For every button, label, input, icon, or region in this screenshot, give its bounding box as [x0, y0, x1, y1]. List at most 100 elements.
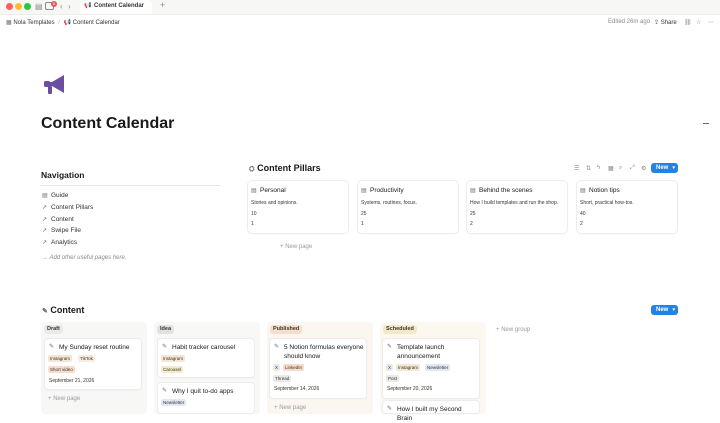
- column-label-published[interactable]: Published: [270, 325, 303, 334]
- megaphone-page-icon[interactable]: [42, 73, 68, 97]
- nav-item-analytics[interactable]: ↗ Analytics: [42, 239, 77, 246]
- share-label: Share: [660, 20, 677, 26]
- tag-chip: Instagram: [48, 355, 73, 362]
- navigation-note: → Add other useful pages here.: [42, 255, 127, 261]
- tag-chip: TikTok: [78, 355, 95, 362]
- megaphone-icon: 📢: [63, 20, 72, 26]
- automation-icon[interactable]: ϟ: [597, 165, 600, 171]
- column-label-draft[interactable]: Draft: [44, 325, 63, 334]
- card-date: September 14, 2026: [274, 386, 320, 392]
- card-date: September 21, 2026: [49, 378, 95, 384]
- pillars-new-page-button[interactable]: + New page: [280, 244, 312, 250]
- document-icon: ▤: [361, 188, 367, 194]
- pillar-card-behind-the-scenes[interactable]: ▤ Behind the scenes How I build template…: [467, 181, 567, 233]
- star-icon[interactable]: ☆: [696, 19, 701, 26]
- forward-icon[interactable]: ›: [68, 2, 71, 12]
- tag-chip: X: [386, 364, 394, 371]
- document-icon: ▤: [580, 188, 586, 194]
- maximize-window-button[interactable]: [24, 3, 31, 10]
- link-arrow-icon: ↗: [42, 228, 48, 234]
- workspace-icon: ▦: [6, 20, 12, 26]
- pillar-card-productivity[interactable]: ▤ Productivity Systems, routines, focus.…: [358, 181, 458, 233]
- back-icon[interactable]: ‹: [60, 2, 63, 12]
- content-heading[interactable]: ✎ Content: [42, 305, 84, 315]
- tag-chip: LinkedIn: [283, 364, 305, 371]
- share-button[interactable]: ⇪ Share: [654, 19, 677, 26]
- tag-chip: X: [273, 364, 281, 371]
- pillars-icon: ⛭: [249, 166, 255, 173]
- pillar-card-notion-tips[interactable]: ▤ Notion tips Short, practical how-tos. …: [577, 181, 677, 233]
- megaphone-icon: 📢: [84, 3, 92, 9]
- divider: [41, 185, 220, 186]
- chevron-down-icon: ▾: [672, 307, 675, 313]
- pillar-card-personal[interactable]: ▤ Personal Stories and opinions. 10 1: [248, 181, 348, 233]
- card-date: September 20, 2026: [387, 386, 433, 392]
- tag-chip: Newsletter: [161, 399, 187, 406]
- link-arrow-icon: ↗: [42, 217, 48, 223]
- column-label-idea[interactable]: Idea: [157, 325, 175, 334]
- search-icon[interactable]: ⌕: [619, 165, 622, 172]
- document-icon: ▤: [42, 193, 48, 199]
- close-window-button[interactable]: [6, 3, 13, 10]
- navigation-heading: Navigation: [41, 170, 85, 180]
- content-pillars-heading[interactable]: ⛭ Content Pillars: [249, 163, 321, 174]
- new-group-button[interactable]: + New group: [496, 327, 530, 333]
- content-new-button[interactable]: New ▾: [651, 305, 678, 315]
- link-arrow-icon: ↗: [42, 240, 48, 246]
- plus-icon: +: [496, 327, 500, 333]
- link-arrow-icon: ↗: [42, 205, 48, 211]
- nav-item-content[interactable]: ↗ Content: [42, 216, 74, 223]
- pencil-icon: ✎: [162, 344, 168, 350]
- layout-icon[interactable]: ▦: [608, 165, 614, 172]
- pencil-icon: ✎: [387, 344, 393, 350]
- share-icon: ⇪: [654, 20, 660, 26]
- board-card[interactable]: ✎ Habit tracker carousel Instagram Carou…: [158, 339, 254, 377]
- edited-timestamp: Edited 26m ago: [608, 19, 651, 25]
- sort-icon[interactable]: ⇅: [586, 165, 591, 172]
- board-card[interactable]: ✎ My Sunday reset routine Instagram TikT…: [45, 339, 141, 389]
- nav-item-content-pillars[interactable]: ↗ Content Pillars: [42, 204, 93, 211]
- new-tab-icon[interactable]: +: [160, 0, 165, 10]
- expand-icon[interactable]: ⤢: [630, 165, 635, 172]
- tag-chip: Instagram: [396, 364, 421, 371]
- pencil-icon: ✎: [162, 388, 168, 394]
- tag-chip: Newsletter: [425, 364, 451, 371]
- format-chip: Thread: [273, 375, 292, 382]
- breadcrumb: ▦ Nola Templates / 📢 Content Calendar: [6, 19, 120, 26]
- breadcrumb-workspace[interactable]: Nola Templates: [13, 20, 54, 26]
- table-of-contents-marker[interactable]: [703, 123, 709, 124]
- sidebar-toggle-icon[interactable]: ▤: [35, 2, 43, 12]
- column-label-scheduled[interactable]: Scheduled: [383, 325, 417, 334]
- board-card[interactable]: ✎ 5 Notion formulas everyone should know…: [270, 339, 366, 398]
- board-card[interactable]: ✎ How I built my Second Brain: [383, 401, 479, 422]
- tab-content-calendar[interactable]: 📢 Content Calendar: [80, 0, 152, 14]
- breadcrumb-separator: /: [58, 20, 60, 26]
- board-card[interactable]: ✎ Template launch announcement X Instagr…: [383, 339, 479, 398]
- link-icon[interactable]: ⛓: [684, 19, 692, 26]
- plus-icon: +: [48, 396, 52, 402]
- more-icon[interactable]: ⋯: [708, 19, 714, 26]
- nav-item-swipe-file[interactable]: ↗ Swipe File: [42, 227, 81, 234]
- minimize-window-button[interactable]: [15, 3, 22, 10]
- format-chip: Short video: [48, 366, 75, 373]
- chevron-down-icon: ▾: [672, 165, 675, 171]
- plus-icon: +: [274, 405, 278, 411]
- pencil-icon: ✎: [42, 308, 48, 315]
- pencil-icon: ✎: [274, 344, 280, 350]
- pillars-new-button[interactable]: New ▾: [651, 163, 678, 173]
- nav-item-guide[interactable]: ▤ Guide: [42, 192, 68, 199]
- draft-new-page-button[interactable]: + New page: [48, 396, 80, 402]
- published-new-page-button[interactable]: + New page: [274, 405, 306, 411]
- window-titlebar: ▤ 6 ‹ › 📢 Content Calendar +: [0, 0, 720, 15]
- tag-chip: Instagram: [161, 355, 186, 362]
- filter-icon[interactable]: ☰: [574, 165, 579, 172]
- pencil-icon: ✎: [49, 344, 55, 350]
- breadcrumb-page[interactable]: Content Calendar: [73, 20, 120, 26]
- document-icon: ▤: [470, 188, 476, 194]
- format-chip: Carousel: [161, 366, 184, 373]
- tab-label: Content Calendar: [94, 3, 145, 9]
- board-card[interactable]: ✎ Why I quit to-do apps Newsletter: [158, 383, 254, 413]
- plus-icon: +: [280, 244, 284, 250]
- notification-badge: 6: [51, 1, 57, 7]
- settings-icon[interactable]: ⚙: [641, 165, 646, 172]
